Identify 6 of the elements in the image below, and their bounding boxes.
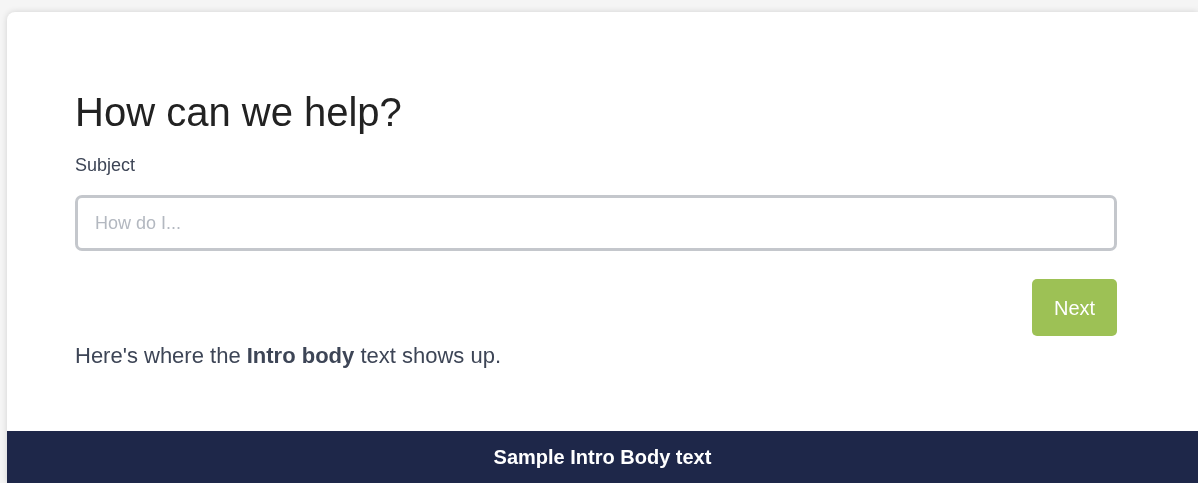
footer-text: Sample Intro Body text	[493, 445, 712, 470]
page-title: How can we help?	[75, 89, 402, 136]
intro-text: Here's where the Intro body text shows up.	[75, 342, 502, 370]
subject-label: Subject	[75, 154, 136, 176]
subject-field[interactable]: How do I...	[75, 195, 1117, 251]
next-button[interactable]: Next	[1032, 279, 1117, 336]
